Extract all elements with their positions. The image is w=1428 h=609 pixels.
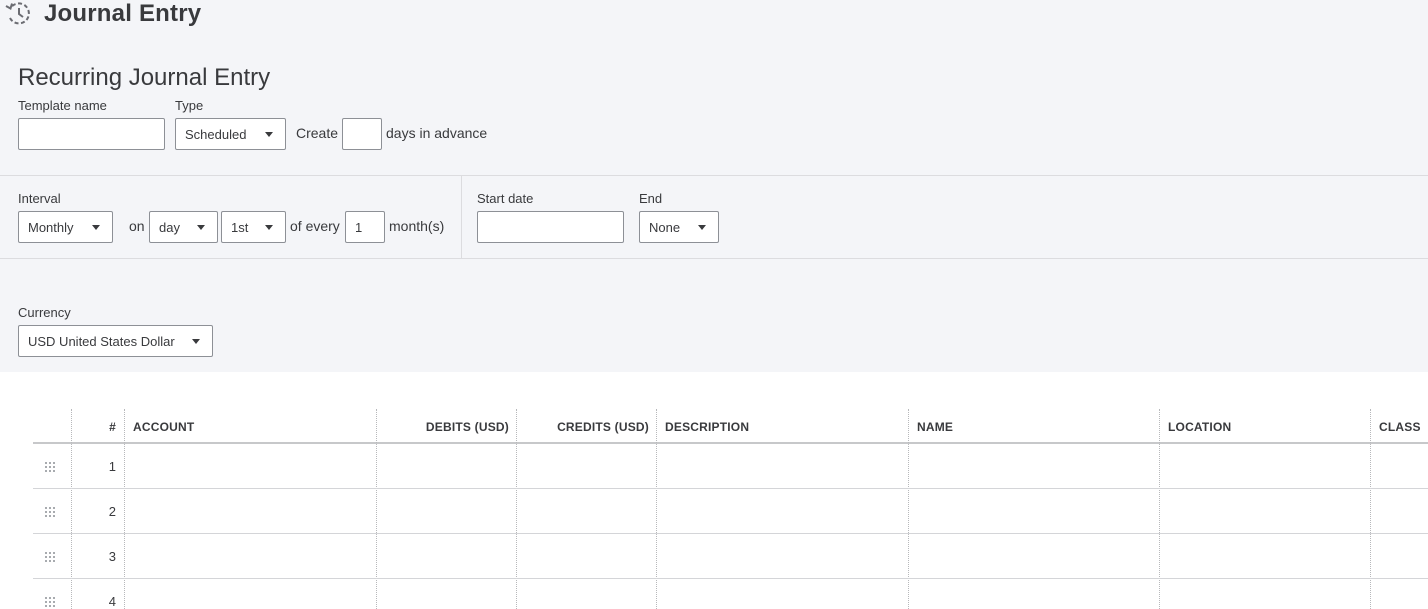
recurring-clock-icon	[4, 0, 34, 28]
vertical-divider	[461, 176, 462, 258]
day-value-select[interactable]: 1st	[221, 211, 286, 243]
template-name-label: Template name	[18, 98, 107, 113]
currency-select-value: USD United States Dollar	[28, 333, 175, 349]
row-number: 1	[108, 459, 116, 474]
type-select[interactable]: Scheduled	[175, 118, 286, 150]
row-number: 3	[108, 549, 116, 564]
table-row[interactable]: 4	[33, 579, 1428, 609]
of-every-label: of every	[290, 218, 340, 234]
currency-label: Currency	[18, 305, 71, 320]
start-date-input[interactable]	[477, 211, 624, 243]
unit-label: month(s)	[389, 218, 445, 234]
every-count-input[interactable]: 1	[345, 211, 385, 243]
end-label: End	[639, 191, 663, 206]
page-title: Journal Entry	[44, 0, 202, 27]
column-header-number: #	[109, 419, 116, 434]
caret-down-icon	[265, 131, 273, 137]
caret-down-icon	[197, 224, 205, 230]
row-number: 2	[108, 504, 116, 519]
row-number: 4	[108, 594, 116, 609]
caret-down-icon	[92, 224, 100, 230]
template-name-input[interactable]	[18, 118, 165, 150]
end-select-value: None	[649, 219, 681, 235]
interval-select[interactable]: Monthly	[18, 211, 113, 243]
day-type-select[interactable]: day	[149, 211, 218, 243]
column-header-description: DESCRIPTION	[665, 419, 750, 434]
column-header-location: LOCATION	[1168, 419, 1232, 434]
column-header-class: CLASS	[1379, 419, 1421, 434]
divider	[0, 258, 1428, 259]
form-subtitle: Recurring Journal Entry	[18, 64, 271, 91]
day-type-select-value: day	[159, 219, 180, 235]
end-select[interactable]: None	[639, 211, 719, 243]
interval-select-value: Monthly	[28, 219, 74, 235]
type-select-value: Scheduled	[185, 126, 247, 142]
days-in-advance-input[interactable]	[342, 118, 382, 150]
column-header-debits: DEBITS (USD)	[425, 419, 509, 434]
on-label: on	[129, 218, 145, 234]
create-label: Create	[296, 125, 339, 141]
caret-down-icon	[265, 224, 273, 230]
column-header-credits: CREDITS (USD)	[557, 419, 649, 434]
interval-label: Interval	[18, 191, 61, 206]
type-label: Type	[175, 98, 204, 113]
caret-down-icon	[192, 338, 200, 344]
recurring-settings-panel	[0, 0, 1428, 372]
day-value-select-value: 1st	[231, 219, 249, 235]
table-row[interactable]: 2	[33, 489, 1428, 534]
column-header-name: NAME	[917, 419, 954, 434]
table-row[interactable]: 1	[33, 444, 1428, 489]
days-in-advance-label: days in advance	[386, 125, 488, 141]
table-header: # ACCOUNT DEBITS (USD) CREDITS (USD) DES…	[33, 409, 1428, 444]
currency-select[interactable]: USD United States Dollar	[18, 325, 213, 357]
start-date-label: Start date	[477, 191, 534, 206]
divider	[0, 175, 1428, 176]
caret-down-icon	[698, 224, 706, 230]
table-row[interactable]: 3	[33, 534, 1428, 579]
page-header: Journal Entry	[4, 0, 201, 28]
column-header-account: ACCOUNT	[133, 419, 195, 434]
